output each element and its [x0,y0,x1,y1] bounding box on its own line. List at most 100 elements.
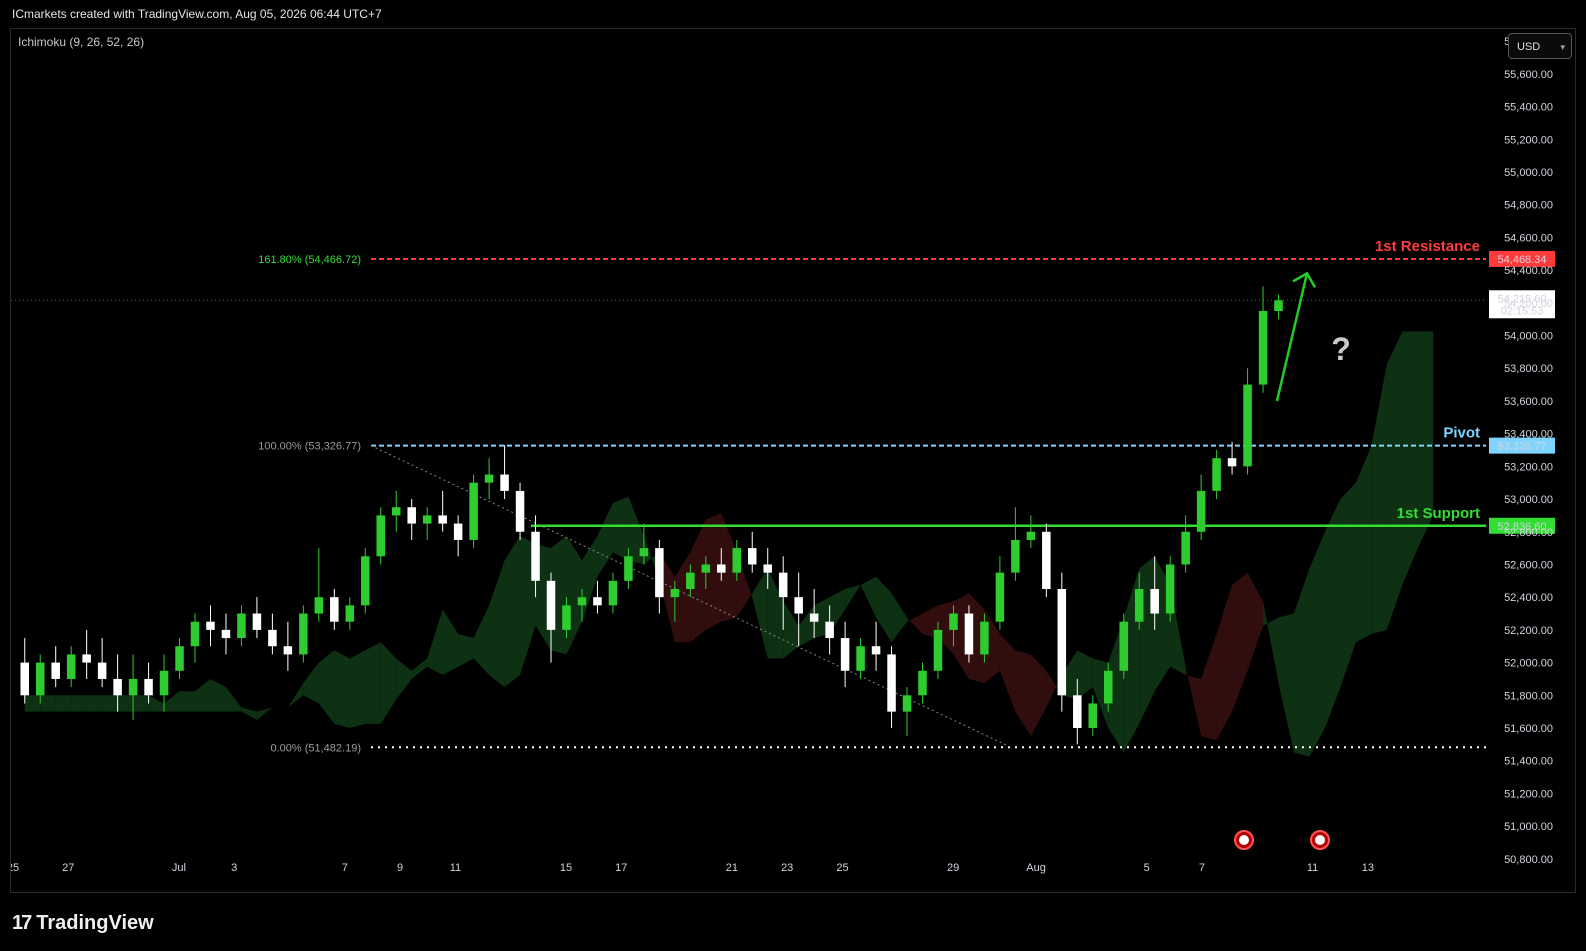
cloud-segment [845,584,861,610]
cloud-segment [597,503,613,577]
candle-body [794,597,803,614]
cloud-segment [334,650,350,728]
candle-body [577,597,587,606]
candle-body [933,629,943,671]
y-tick-label: 54,800.00 [1504,200,1553,212]
x-tick-label: 13 [1362,862,1374,874]
candle-body [453,523,463,540]
fib-label-1: 100.00% (53,326.77) [258,441,361,453]
cloud-segment [1293,568,1310,757]
x-tick-label: 21 [726,862,738,874]
y-tick-label: 55,200.00 [1504,134,1553,146]
y-tick-label: 54,000.00 [1504,331,1553,343]
x-tick-label: 27 [62,862,74,874]
cloud-segment [1278,613,1294,753]
candle-body [221,629,231,639]
cloud-segment [1201,633,1217,741]
cloud-segment [117,695,134,712]
candle-body [469,482,478,540]
cloud-segment [1402,331,1418,585]
y-tick-label: 53,600.00 [1504,396,1553,408]
cloud-segment [876,576,892,643]
cloud-segment [860,576,877,618]
candle-body [809,613,819,622]
candle-body [840,638,850,671]
cloud-segment [1371,364,1387,634]
candle-body [113,678,122,696]
cloud-segment [752,568,768,659]
cloud-segment [40,695,56,712]
cloud-segment [1340,482,1356,688]
price-chart[interactable]: 161.80% (54,466.72)1st Resistance54,468.… [11,29,1577,894]
candle-body [1274,300,1283,311]
y-tick-label: 51,200.00 [1504,788,1553,800]
cloud-segment [225,687,242,712]
currency-button[interactable]: USD ▾ [1508,33,1572,59]
candle-body [1150,589,1159,614]
candle-body [252,613,262,630]
cloud-segment [891,593,908,643]
cloud-segment [1355,445,1372,643]
candle-body [438,515,447,524]
candle-body [1073,695,1082,728]
candle-body [97,662,107,679]
candle-body [515,490,525,532]
cloud-segment [1247,572,1264,671]
indicator-legend[interactable]: Ichimoku (9, 26, 52, 26) [18,35,144,49]
chart-frame[interactable]: 161.80% (54,466.72) 1st Resistance 54,468.… [10,28,1576,893]
y-tick-label: 52,600.00 [1504,559,1553,571]
cloud-segment [566,535,582,655]
candle-body [376,515,386,557]
x-tick-label: Aug [1026,862,1046,874]
y-tick-label: 54,600.00 [1504,232,1553,244]
candle-body [593,597,602,606]
y-tick-label: 50,800.00 [1504,854,1553,866]
candle-body [1026,531,1036,540]
cloud-segment [179,691,196,712]
candle-body [1057,589,1067,696]
y-tick-label: 53,000.00 [1504,494,1553,506]
candle-body [66,654,76,679]
y-tick-label: 53,400.00 [1504,429,1553,441]
candle-body [980,621,989,655]
cloud-segment [365,642,381,724]
level-name-0: 1st Resistance [1375,238,1480,255]
tradingview-logo[interactable]: 17 TradingView [12,912,154,935]
x-tick-label: 15 [560,862,572,874]
candle-body [51,662,60,679]
candle-body [422,515,432,524]
candle-body [1042,531,1051,589]
candle-body [407,507,416,524]
candle-body [1088,703,1098,728]
cloud-segment [71,695,87,712]
cloud-segment [102,695,118,712]
candle-body [1119,621,1128,671]
cloud-segment [287,683,304,708]
x-tick-label: 9 [397,862,403,874]
y-tick-label: 53,200.00 [1504,461,1553,473]
y-tick-label: 54,200.00 [1504,298,1553,310]
candle-body [655,548,664,598]
candle-body [686,572,695,589]
candle-body [531,531,540,581]
projection-arrow-line [1275,273,1309,402]
y-tick-label: 51,600.00 [1504,723,1553,735]
cloud-segment [458,633,474,667]
cloud-segment [55,695,72,712]
x-tick-label: 5 [1144,862,1150,874]
candle-body [268,629,277,647]
candle-body [391,507,401,516]
cloud-segment [1324,499,1341,728]
candle-body [778,572,788,598]
tradingview-logo-text: TradingView [36,912,154,934]
ichimoku-cloud [24,331,1434,757]
y-tick-label: 55,400.00 [1504,102,1553,114]
cloud-segment [612,496,629,561]
x-tick-label: 29 [947,862,959,874]
candle-body [639,548,649,557]
level-price-label-1: 53,326.77 [1498,441,1547,453]
cloud-segment [1185,666,1202,737]
candle-body [314,597,324,614]
candle-body [887,654,896,712]
cloud-segment [86,695,103,712]
